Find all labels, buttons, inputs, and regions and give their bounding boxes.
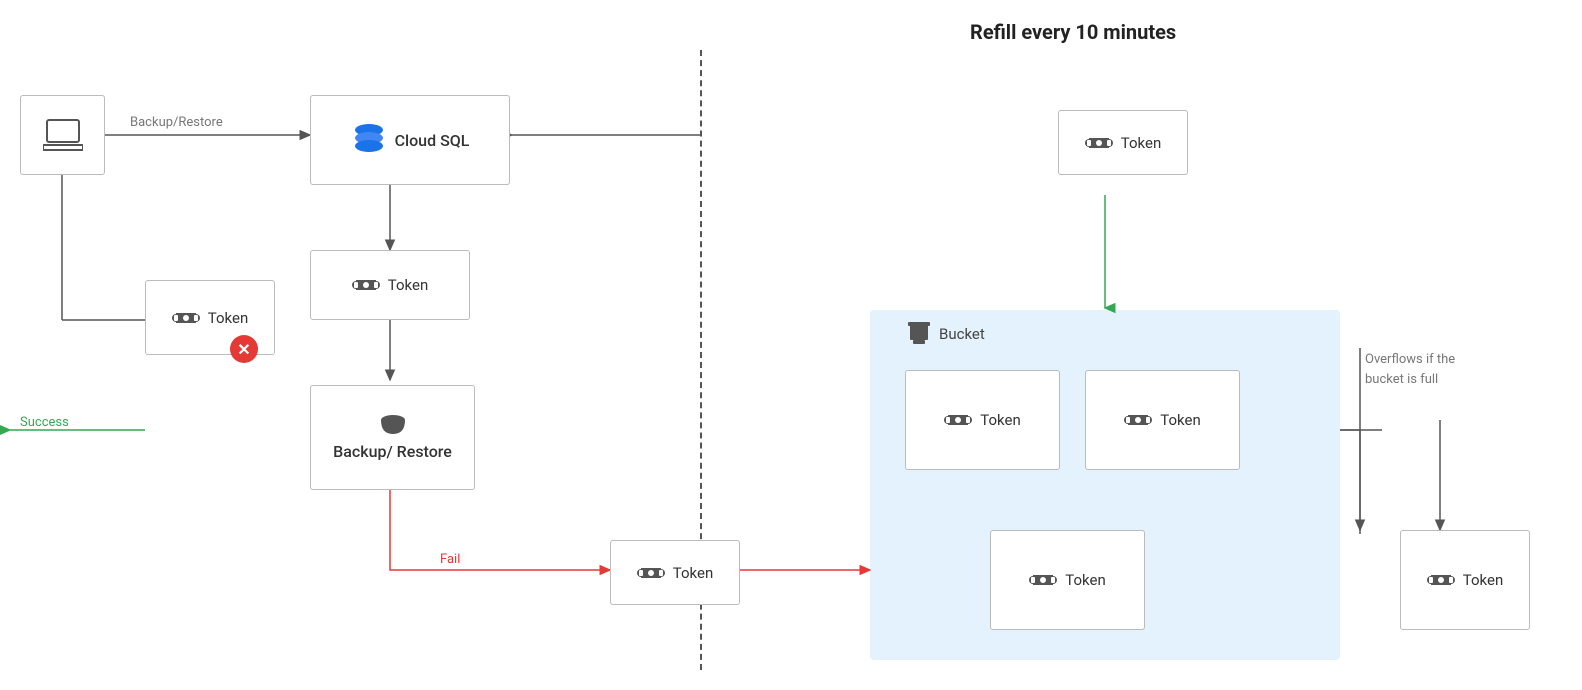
token-box-bucket-tr: Token <box>1085 370 1240 470</box>
token-icon-overflow <box>1427 570 1455 590</box>
success-label: Success <box>20 415 69 430</box>
bucket-label: Bucket <box>939 325 985 343</box>
token-icon <box>172 308 200 328</box>
token-icon-2 <box>352 275 380 295</box>
token-box-center: Token <box>310 250 470 320</box>
token-icon-bbc <box>1029 570 1057 590</box>
token-box-overflow: Token <box>1400 530 1530 630</box>
backup-restore-label: Backup/Restore <box>130 115 223 130</box>
laptop-box <box>20 95 105 175</box>
token-box-bucket-bc: Token <box>990 530 1145 630</box>
token-icon-fail <box>637 563 665 583</box>
error-badge: ✕ <box>230 335 258 363</box>
bucket-label-area: Bucket <box>905 320 985 348</box>
cloud-sql-box: Cloud SQL <box>310 95 510 185</box>
overflows-label: Overflows if thebucket is full <box>1365 350 1525 389</box>
diagram: Refill every 10 minutes <box>0 0 1582 690</box>
token-box-bucket-tl: Token <box>905 370 1060 470</box>
backup-restore-box: Backup/ Restore <box>310 385 475 490</box>
fail-label: Fail <box>440 552 460 567</box>
token-box-top-right: Token <box>1058 110 1188 175</box>
token-icon-tr <box>1085 133 1113 153</box>
token-icon-btr <box>1124 410 1152 430</box>
token-box-fail: Token <box>610 540 740 605</box>
token-icon-btl <box>944 410 972 430</box>
bucket-icon <box>905 320 933 348</box>
title: Refill every 10 minutes <box>970 20 1176 44</box>
